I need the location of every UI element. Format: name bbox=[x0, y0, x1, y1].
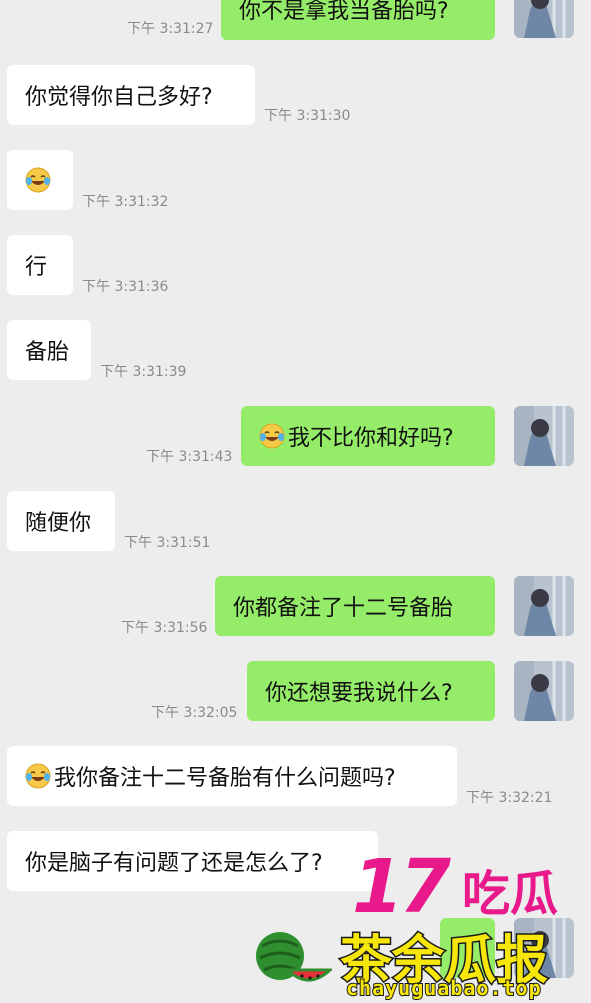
message-bubble-sent[interactable]: 你都备注了十二号备胎 bbox=[215, 576, 495, 636]
message-timestamp: 下午 3:31:27 bbox=[127, 21, 214, 37]
watermark-logo-word: 吃瓜 bbox=[462, 866, 559, 922]
laugh-cry-emoji-icon bbox=[259, 423, 285, 449]
message-bubble-received[interactable]: 行 bbox=[7, 235, 73, 295]
laugh-cry-emoji-icon bbox=[25, 167, 51, 193]
message-text: 我不比你和好吗? bbox=[288, 426, 454, 451]
message-text: 你还想要我说什么? bbox=[265, 681, 453, 706]
message-text: 备胎 bbox=[25, 340, 70, 365]
watermark-url: chayuguabao.top bbox=[345, 975, 542, 1001]
message-bubble-received[interactable]: 我你备注十二号备胎有什么问题吗? bbox=[7, 746, 457, 806]
avatar[interactable] bbox=[514, 661, 574, 721]
chat-view: 下午 3:31:27 你不是拿我当备胎吗? 你觉得你自己多好? 下午 3:31:… bbox=[0, 0, 591, 1003]
message-bubble-sent[interactable]: 你不是拿我当备胎吗? bbox=[221, 0, 495, 40]
avatar-image-icon bbox=[514, 0, 574, 38]
message-text: 行 bbox=[25, 255, 48, 280]
message-text: 你不是拿我当备胎吗? bbox=[239, 0, 449, 24]
message-timestamp: 下午 3:31:51 bbox=[124, 535, 211, 551]
message-timestamp: 下午 3:31:32 bbox=[82, 194, 169, 210]
message-text: 随便你 bbox=[25, 511, 92, 536]
message-bubble-received[interactable]: 你觉得你自己多好? bbox=[7, 65, 255, 125]
message-text: 你觉得你自己多好? bbox=[25, 85, 213, 110]
watermark: 17 吃瓜 茶余瓜报 chayuguabao.top bbox=[250, 844, 591, 1003]
avatar-image-icon bbox=[514, 661, 574, 721]
avatar-image-icon bbox=[514, 406, 574, 466]
message-timestamp: 下午 3:31:39 bbox=[100, 364, 187, 380]
message-timestamp: 下午 3:32:21 bbox=[466, 790, 553, 806]
message-timestamp: 下午 3:31:56 bbox=[121, 620, 208, 636]
message-timestamp: 下午 3:31:30 bbox=[264, 108, 351, 124]
message-text: 你都备注了十二号备胎 bbox=[233, 596, 454, 621]
message-bubble-sent[interactable]: 你还想要我说什么? bbox=[247, 661, 495, 721]
message-timestamp: 下午 3:31:36 bbox=[82, 279, 169, 295]
message-bubble-sent[interactable]: 我不比你和好吗? bbox=[241, 406, 495, 466]
message-bubble-received[interactable]: 备胎 bbox=[7, 320, 91, 380]
avatar[interactable] bbox=[514, 406, 574, 466]
laugh-cry-emoji-icon bbox=[25, 763, 51, 789]
avatar[interactable] bbox=[514, 0, 574, 38]
message-timestamp: 下午 3:32:05 bbox=[151, 705, 238, 721]
avatar-image-icon bbox=[514, 576, 574, 636]
message-bubble-received[interactable]: 随便你 bbox=[7, 491, 115, 551]
watermelon-icon bbox=[256, 932, 332, 982]
message-text: 我你备注十二号备胎有什么问题吗? bbox=[54, 766, 396, 791]
message-timestamp: 下午 3:31:43 bbox=[146, 449, 233, 465]
message-bubble-received[interactable] bbox=[7, 150, 73, 210]
avatar[interactable] bbox=[514, 576, 574, 636]
